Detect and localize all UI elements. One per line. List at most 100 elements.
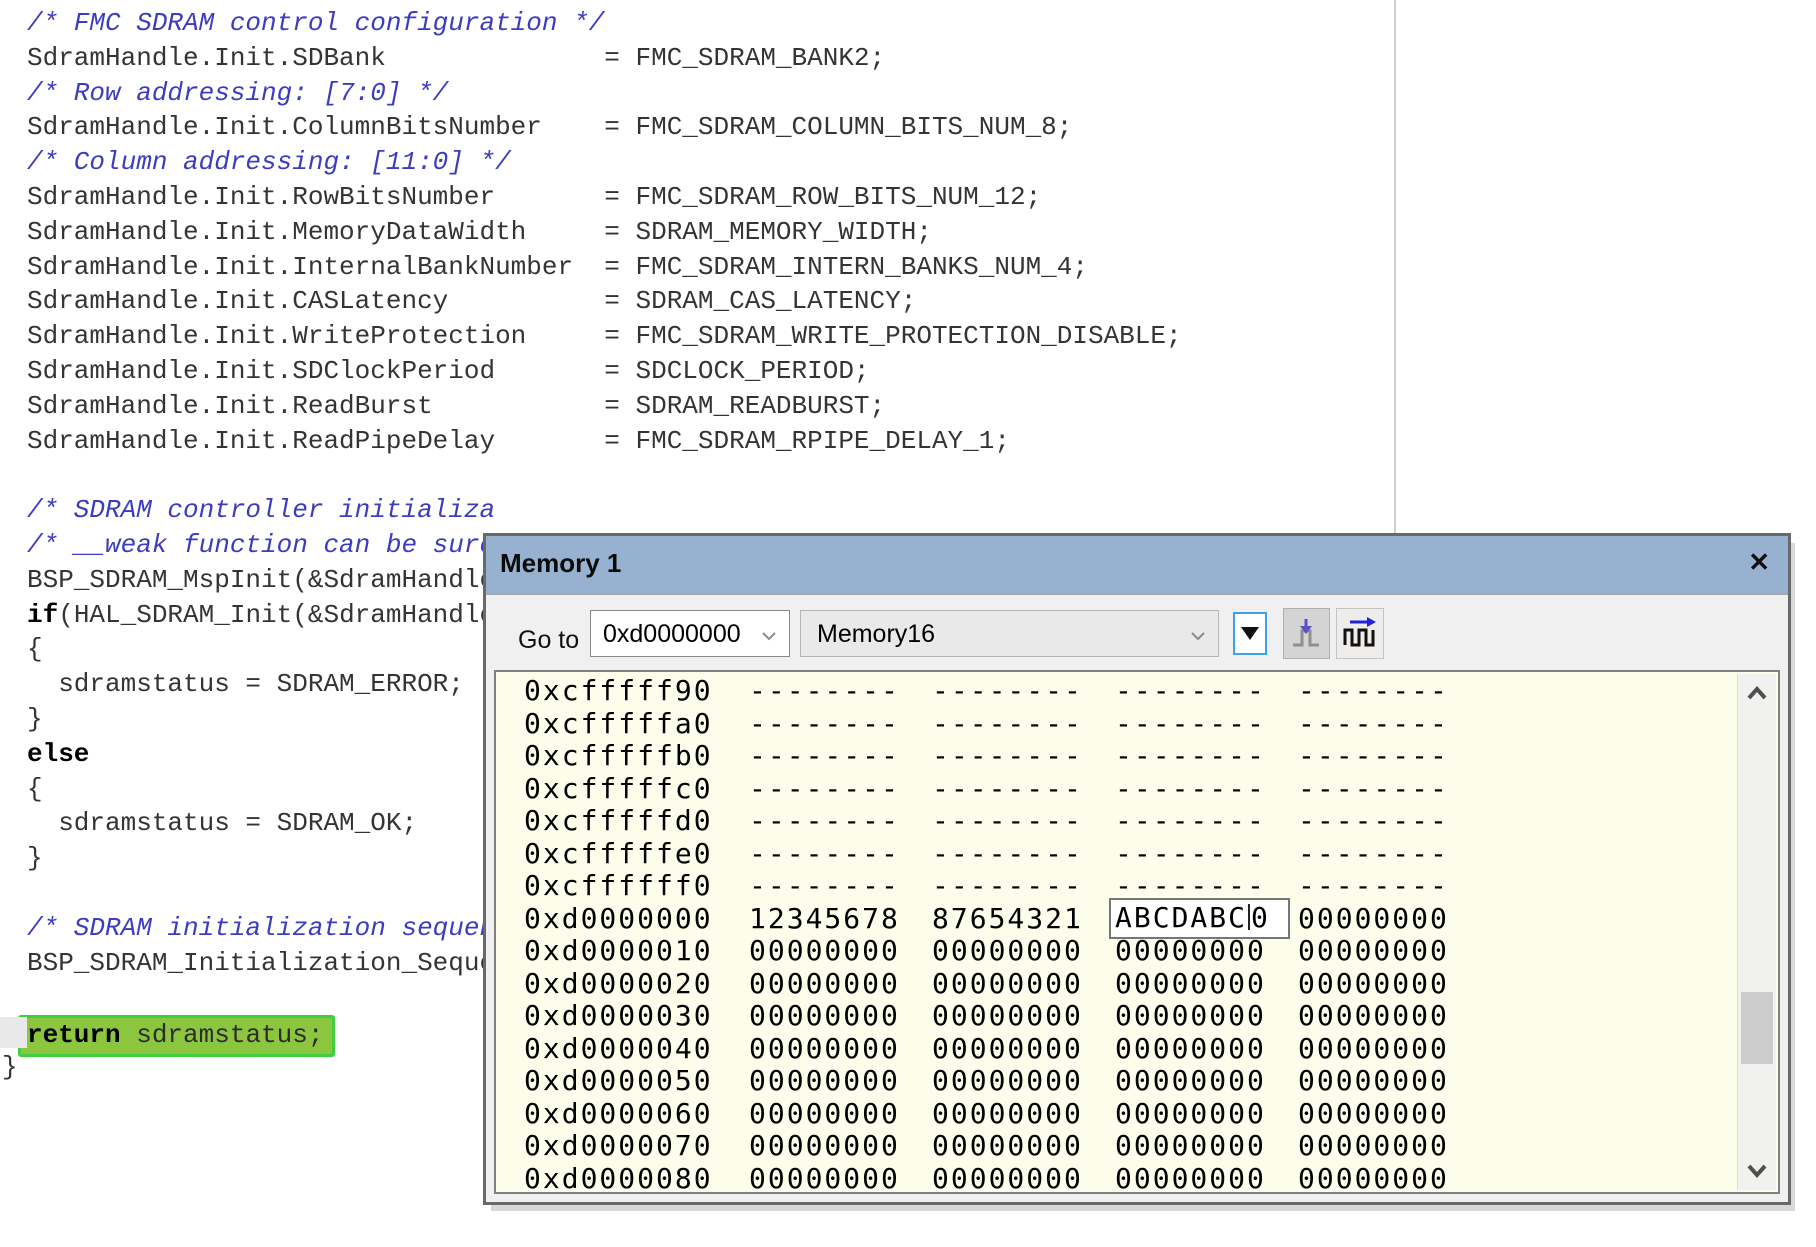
memory-value-cell[interactable]: 00000000 bbox=[1115, 968, 1298, 1001]
vertical-scrollbar[interactable] bbox=[1737, 674, 1776, 1190]
memory-value-cell[interactable]: 00000000 bbox=[1115, 1098, 1298, 1131]
close-icon[interactable]: ✕ bbox=[1748, 547, 1770, 578]
memory-value-cell[interactable]: -------- bbox=[932, 838, 1115, 871]
periodic-update-button[interactable] bbox=[1336, 608, 1384, 659]
update-once-button[interactable] bbox=[1283, 608, 1330, 659]
memory-value-cell[interactable]: -------- bbox=[749, 675, 932, 708]
code-text: } bbox=[27, 704, 43, 734]
dropdown-arrow-button[interactable] bbox=[1233, 612, 1267, 655]
text-caret bbox=[1248, 904, 1250, 930]
goto-address-value: 0xd0000000 bbox=[603, 620, 741, 649]
code-text: SdramHandle.Init.SDClockPeriod = SDCLOCK… bbox=[27, 356, 870, 386]
scroll-down-icon[interactable] bbox=[1738, 1156, 1776, 1184]
code-keyword: else bbox=[27, 739, 89, 769]
memory-value-cell[interactable]: 00000000 bbox=[1298, 1163, 1481, 1195]
code-line: /* SDRAM controller initializa bbox=[0, 493, 1400, 528]
code-line: SdramHandle.Init.MemoryDataWidth = SDRAM… bbox=[0, 215, 1400, 250]
memory-value-cell[interactable]: -------- bbox=[932, 708, 1115, 741]
memory-value-cell[interactable]: 00000000 bbox=[749, 968, 932, 1001]
memory-value-cell[interactable]: 12345678 bbox=[749, 903, 932, 936]
memory-value-cell[interactable]: -------- bbox=[1115, 675, 1298, 708]
code-text: sdramstatus = SDRAM_OK; bbox=[27, 808, 417, 838]
memory-value-cell[interactable]: 00000000 bbox=[1298, 1000, 1481, 1033]
memory-row: 0xd0000030000000000000000000000000000000… bbox=[496, 1000, 1738, 1033]
memory-value-cell[interactable]: 00000000 bbox=[1115, 1033, 1298, 1066]
memory-value-cell[interactable]: -------- bbox=[932, 740, 1115, 773]
memory-value-cell[interactable]: 00000000 bbox=[1298, 903, 1481, 936]
edit-text-before-caret: ABCDABC bbox=[1115, 901, 1247, 934]
memory-value-cell[interactable]: 00000000 bbox=[1115, 1130, 1298, 1163]
memory-value-cell[interactable]: -------- bbox=[1115, 708, 1298, 741]
memory-value-cell[interactable]: 00000000 bbox=[932, 1033, 1115, 1066]
memory-dump-area[interactable]: 0xcfffff90------------------------------… bbox=[494, 670, 1780, 1194]
memory-value-cell[interactable]: -------- bbox=[1298, 740, 1481, 773]
code-text: SdramHandle.Init.WriteProtection = FMC_S… bbox=[27, 321, 1182, 351]
memory-row: 0xd0000010000000000000000000000000000000… bbox=[496, 935, 1738, 968]
memory-value-cell[interactable]: 00000000 bbox=[1115, 1065, 1298, 1098]
memory-value-cell[interactable]: 00000000 bbox=[932, 1130, 1115, 1163]
memory-value-cell[interactable]: 00000000 bbox=[932, 1098, 1115, 1131]
memory-address: 0xd0000000 bbox=[524, 903, 749, 936]
memory-value-cell[interactable]: 00000000 bbox=[932, 1000, 1115, 1033]
memory-window-titlebar[interactable]: Memory 1 ✕ bbox=[486, 536, 1788, 595]
memory-value-cell[interactable]: 00000000 bbox=[749, 1065, 932, 1098]
memory-value-cell[interactable]: -------- bbox=[1298, 838, 1481, 871]
memory-value-cell[interactable]: 00000000 bbox=[1115, 935, 1298, 968]
memory-value-cell[interactable]: 00000000 bbox=[1298, 1098, 1481, 1131]
scrollbar-thumb[interactable] bbox=[1741, 992, 1773, 1064]
memory-value-edit-box[interactable]: ABCDABC0 bbox=[1109, 898, 1290, 940]
memory-value-cell[interactable]: -------- bbox=[749, 870, 932, 903]
memory-value-cell[interactable]: 00000000 bbox=[932, 1065, 1115, 1098]
code-text: SdramHandle.Init.MemoryDataWidth = SDRAM… bbox=[27, 217, 932, 247]
memory-value-cell[interactable]: -------- bbox=[1115, 838, 1298, 871]
scroll-up-icon[interactable] bbox=[1738, 680, 1776, 708]
memory-value-cell[interactable]: 00000000 bbox=[1115, 1000, 1298, 1033]
memory-value-cell[interactable]: -------- bbox=[932, 870, 1115, 903]
memory-value-cell[interactable]: -------- bbox=[1115, 773, 1298, 806]
memory-value-cell[interactable]: 00000000 bbox=[932, 968, 1115, 1001]
memory-value-cell[interactable]: -------- bbox=[932, 675, 1115, 708]
memory-row: 0xcfffffd0------------------------------… bbox=[496, 805, 1738, 838]
memory-value-cell[interactable]: 00000000 bbox=[1115, 1163, 1298, 1195]
code-comment: /* SDRAM controller initializa bbox=[27, 495, 495, 525]
memory-value-cell[interactable]: ABCDABC0 bbox=[1115, 903, 1298, 936]
memory-value-cell[interactable]: 00000000 bbox=[1298, 968, 1481, 1001]
memory-value-cell[interactable]: 00000000 bbox=[749, 1130, 932, 1163]
code-line: SdramHandle.Init.SDClockPeriod = SDCLOCK… bbox=[0, 354, 1400, 389]
memory-value-cell[interactable]: 00000000 bbox=[1298, 935, 1481, 968]
memory-row: 0xd0000060000000000000000000000000000000… bbox=[496, 1098, 1738, 1131]
memory-value-cell[interactable]: 00000000 bbox=[749, 1163, 932, 1195]
chevron-down-icon[interactable] bbox=[1190, 629, 1206, 647]
view-mode-select[interactable]: Memory16 bbox=[800, 610, 1219, 657]
memory-value-cell[interactable]: -------- bbox=[749, 773, 932, 806]
memory-value-cell[interactable]: -------- bbox=[1115, 740, 1298, 773]
memory-value-cell[interactable]: -------- bbox=[749, 740, 932, 773]
code-text: BSP_SDRAM_Initialization_Seque bbox=[27, 948, 495, 978]
memory-value-cell[interactable]: -------- bbox=[749, 838, 932, 871]
memory-value-cell[interactable]: -------- bbox=[1298, 708, 1481, 741]
memory-value-cell[interactable]: 00000000 bbox=[932, 1163, 1115, 1195]
memory-value-cell[interactable]: -------- bbox=[1298, 675, 1481, 708]
memory-address: 0xcfffffe0 bbox=[524, 838, 749, 871]
memory-value-cell[interactable]: -------- bbox=[749, 805, 932, 838]
memory-value-cell[interactable]: 00000000 bbox=[749, 935, 932, 968]
memory-value-cell[interactable]: 00000000 bbox=[932, 935, 1115, 968]
memory-value-cell[interactable]: -------- bbox=[749, 708, 932, 741]
memory-window-title: Memory 1 bbox=[500, 548, 621, 579]
chevron-down-icon[interactable] bbox=[761, 629, 777, 647]
memory-value-cell[interactable]: 00000000 bbox=[1298, 1130, 1481, 1163]
memory-value-cell[interactable]: 00000000 bbox=[749, 1033, 932, 1066]
memory-value-cell[interactable]: -------- bbox=[932, 773, 1115, 806]
memory-value-cell[interactable]: 00000000 bbox=[1298, 1033, 1481, 1066]
periodic-update-icon bbox=[1342, 617, 1378, 651]
memory-value-cell[interactable]: 87654321 bbox=[932, 903, 1115, 936]
memory-value-cell[interactable]: 00000000 bbox=[1298, 1065, 1481, 1098]
memory-value-cell[interactable]: -------- bbox=[1115, 805, 1298, 838]
memory-value-cell[interactable]: -------- bbox=[1298, 870, 1481, 903]
memory-value-cell[interactable]: -------- bbox=[932, 805, 1115, 838]
goto-address-input[interactable]: 0xd0000000 bbox=[590, 610, 790, 657]
memory-value-cell[interactable]: -------- bbox=[1298, 773, 1481, 806]
memory-value-cell[interactable]: 00000000 bbox=[749, 1098, 932, 1131]
memory-value-cell[interactable]: -------- bbox=[1298, 805, 1481, 838]
memory-value-cell[interactable]: 00000000 bbox=[749, 1000, 932, 1033]
